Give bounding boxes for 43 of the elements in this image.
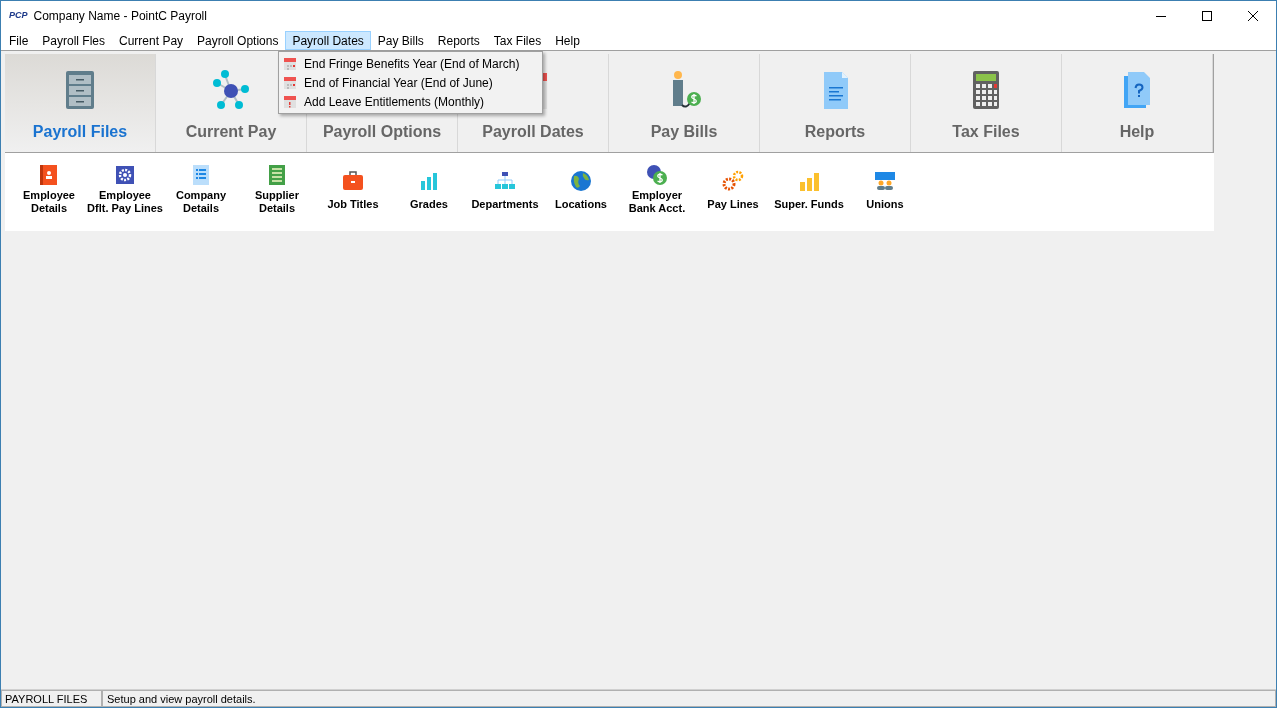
- menu-item[interactable]: Payroll Options: [190, 31, 286, 50]
- minimize-icon: [1156, 15, 1166, 17]
- menu-item[interactable]: Tax Files: [486, 31, 549, 50]
- toolbar-button[interactable]: Employee Details: [11, 163, 87, 221]
- toolbar-button[interactable]: Departments: [467, 163, 543, 221]
- briefcase-icon: [341, 169, 365, 193]
- calendar-icon: [283, 75, 297, 90]
- toolbar-button[interactable]: Employee Dflt. Pay Lines: [87, 163, 163, 221]
- toolbar-button[interactable]: Supplier Details: [239, 163, 315, 221]
- toolbar-button[interactable]: Unions: [847, 163, 923, 221]
- menu-item[interactable]: Payroll Dates: [285, 31, 371, 50]
- ribbon-tab[interactable]: Tax Files: [911, 54, 1062, 152]
- gears-icon: [721, 169, 745, 193]
- people-icon: [873, 169, 897, 193]
- ribbon-tab[interactable]: Pay Bills: [609, 54, 760, 152]
- menu-item[interactable]: Help: [548, 31, 587, 50]
- menu-item[interactable]: Current Pay: [112, 31, 191, 50]
- window-title: Company Name - PointC Payroll: [33, 8, 207, 25]
- toolbar-button[interactable]: Pay Lines: [695, 163, 771, 221]
- menu-item[interactable]: Pay Bills: [370, 31, 431, 50]
- toolbar-button[interactable]: Super. Funds: [771, 163, 847, 221]
- menu-item[interactable]: File: [2, 31, 36, 50]
- ribbon-tab[interactable]: Help: [1062, 54, 1213, 152]
- ribbon-tab[interactable]: Payroll Files: [5, 54, 156, 152]
- calendar-icon: [283, 56, 297, 71]
- maximize-icon: [1202, 11, 1212, 21]
- calendar-icon: [283, 94, 297, 109]
- coins-icon: [645, 163, 669, 187]
- status-section: PAYROLL FILES: [1, 690, 102, 707]
- globe-icon: [569, 169, 593, 193]
- toolbar-button[interactable]: Company Details: [163, 163, 239, 221]
- ribbon-tab[interactable]: Reports: [760, 54, 911, 152]
- gear-icon: [113, 163, 137, 187]
- menu-item[interactable]: Payroll Fles: [35, 31, 113, 50]
- network-icon: [211, 68, 251, 112]
- menu-item[interactable]: Reports: [430, 31, 487, 50]
- close-icon: [1248, 11, 1258, 21]
- app-logo: PCP: [9, 9, 28, 23]
- toolbar-button[interactable]: Employer Bank Acct.: [619, 163, 695, 221]
- toolbar-button[interactable]: Job Titles: [315, 163, 391, 221]
- toolbar-button[interactable]: Locations: [543, 163, 619, 221]
- toolbar-button[interactable]: Grades: [391, 163, 467, 221]
- status-message: Setup and view payroll details.: [102, 690, 1276, 707]
